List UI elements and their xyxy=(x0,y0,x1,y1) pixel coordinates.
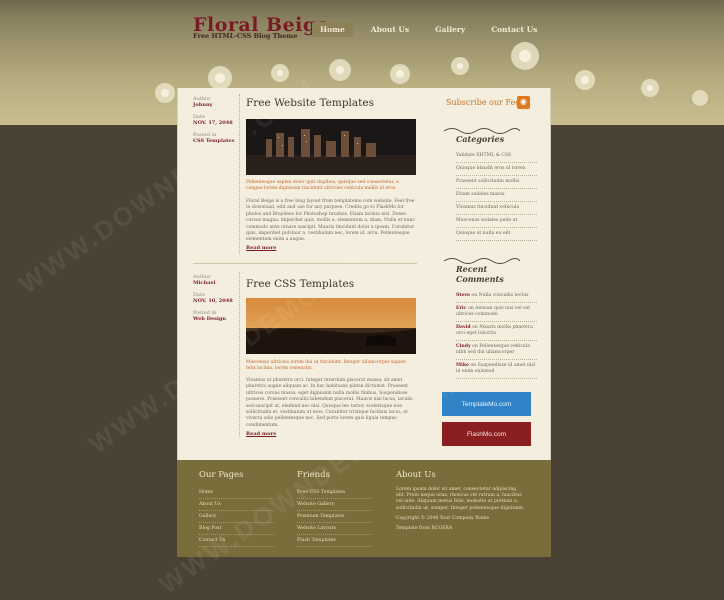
footer-friends-title: Friends xyxy=(297,470,330,480)
footer-about-title: About Us xyxy=(396,470,436,480)
category-item[interactable]: Vivamus tincidunt vehicula xyxy=(456,202,537,215)
categories-list: Validate XHTML & CSS Quisque blandit ero… xyxy=(442,150,537,241)
comment-item[interactable]: Steve on Nulla convallis lectus xyxy=(456,290,537,303)
sunset-landscape-image xyxy=(246,298,416,354)
swirl-ornament-icon xyxy=(443,128,521,134)
footer-about-text: Lorem ipsum dolor sit amet, consectetur … xyxy=(396,487,525,511)
recent-comments-widget: Recent Comments Steve on Nulla convallis… xyxy=(442,256,537,379)
post-body: Floral Beige is a free blog layout from … xyxy=(246,199,415,243)
recent-comments-title: Recent Comments xyxy=(456,264,504,284)
comment-author: Mike xyxy=(456,363,469,368)
nav-about[interactable]: About Us xyxy=(363,22,417,37)
city-night-image xyxy=(246,119,416,175)
post-title[interactable]: Free Website Templates xyxy=(246,97,374,109)
footer-pages-title: Our Pages xyxy=(199,470,244,480)
post-category[interactable]: Web Design xyxy=(193,316,241,322)
comment-author: Steve xyxy=(456,293,470,298)
post-date: NOV. 17, 2048 xyxy=(193,120,233,126)
subscribe-feed-link[interactable]: Subscribe our Feed xyxy=(446,98,525,107)
footer-link[interactable]: Premium Templates xyxy=(297,511,372,523)
footer: Our Pages Home About Us Gallery Blog Pos… xyxy=(177,460,551,557)
footer-friends: Friends Free CSS Templates Website Galle… xyxy=(297,470,372,547)
footer-link[interactable]: Gallery xyxy=(199,511,274,523)
divider-dotted xyxy=(239,94,240,254)
read-more-link[interactable]: Read more xyxy=(246,431,276,437)
main-nav: Home About Us Gallery Contact Us xyxy=(312,22,545,37)
nav-home[interactable]: Home xyxy=(312,22,353,37)
footer-link[interactable]: Website Layouts xyxy=(297,523,372,535)
footer-about: About Us Lorem ipsum dolor sit amet, con… xyxy=(396,470,526,536)
comment-author: Eric xyxy=(456,306,467,311)
nav-gallery[interactable]: Gallery xyxy=(427,22,473,37)
flashmo-banner-button[interactable]: FlashMo.com xyxy=(442,422,531,446)
comment-item[interactable]: Eric on Aenean quis nisi vel est ultrice… xyxy=(456,303,537,322)
comment-author: Cindy xyxy=(456,344,471,349)
swirl-ornament-icon xyxy=(443,258,521,264)
footer-credit: Template from BCGERA xyxy=(396,526,453,532)
author-name[interactable]: Johnny xyxy=(193,102,241,108)
comment-item[interactable]: David on Mauris mollis pharetra orci ege… xyxy=(456,322,537,341)
categories-title: Categories xyxy=(456,134,505,144)
category-item[interactable]: Etiam sodales massa xyxy=(456,189,537,202)
footer-pages: Our Pages Home About Us Gallery Blog Pos… xyxy=(199,470,274,547)
post-date: NOV. 10, 2048 xyxy=(193,298,233,304)
post-meta: Author Michael Date NOV. 10, 2048 Posted… xyxy=(193,274,241,322)
read-more-link[interactable]: Read more xyxy=(246,245,276,251)
comment-item[interactable]: Mike on Suspendisse id amet nisl id enim… xyxy=(456,360,537,379)
post-excerpt: Maecenas ultricies lorem dui ut tincidun… xyxy=(246,360,406,372)
post-meta: Author Johnny Date NOV. 17, 2048 Posted … xyxy=(193,96,241,144)
post-excerpt: Pellentesque sapien dolor quis dapibus, … xyxy=(246,180,399,192)
category-item[interactable]: Validate XHTML & CSS xyxy=(456,150,537,163)
categories-widget: Categories Validate XHTML & CSS Quisque … xyxy=(442,126,537,241)
comment-item[interactable]: Cindy on Pellentesque vehicula nibh sed … xyxy=(456,341,537,360)
post-title[interactable]: Free CSS Templates xyxy=(246,278,354,290)
footer-link[interactable]: Blog Post xyxy=(199,523,274,535)
post-body: Vivamus ut pharetra orci. Integer interd… xyxy=(246,378,413,428)
nav-contact[interactable]: Contact Us xyxy=(483,22,545,37)
comment-text: on Nulla convallis lectus xyxy=(471,293,529,298)
comment-text: on Aenean quis nisi vel est ultrices com… xyxy=(456,306,531,317)
comments-list: Steve on Nulla convallis lectus Eric on … xyxy=(442,290,537,379)
templatemo-banner-button[interactable]: TemplateMo.com xyxy=(442,392,531,416)
footer-link[interactable]: Website Gallery xyxy=(297,499,372,511)
comment-author: David xyxy=(456,325,471,330)
category-item[interactable]: Quisque at nulla eu elit xyxy=(456,228,537,241)
footer-link[interactable]: Home xyxy=(199,487,274,499)
divider-dotted xyxy=(239,272,240,437)
site-subtitle: Free HTML-CSS Blog Theme xyxy=(193,32,298,40)
category-item[interactable]: Quisque blandit eros id lorem xyxy=(456,163,537,176)
footer-link[interactable]: Flash Templates xyxy=(297,535,372,547)
post-category[interactable]: CSS Templates xyxy=(193,138,241,144)
category-item[interactable]: Praesent sollicitudin mollis xyxy=(456,176,537,189)
post-divider xyxy=(193,263,417,264)
footer-link[interactable]: Free CSS Templates xyxy=(297,487,372,499)
category-item[interactable]: Maecenas sodales pede ut xyxy=(456,215,537,228)
author-name[interactable]: Michael xyxy=(193,280,241,286)
footer-link[interactable]: About Us xyxy=(199,499,274,511)
footer-copyright: Copyright © 2048 Your Company Name xyxy=(396,515,490,521)
rss-icon[interactable] xyxy=(517,96,530,109)
footer-link[interactable]: Contact Us xyxy=(199,535,274,547)
